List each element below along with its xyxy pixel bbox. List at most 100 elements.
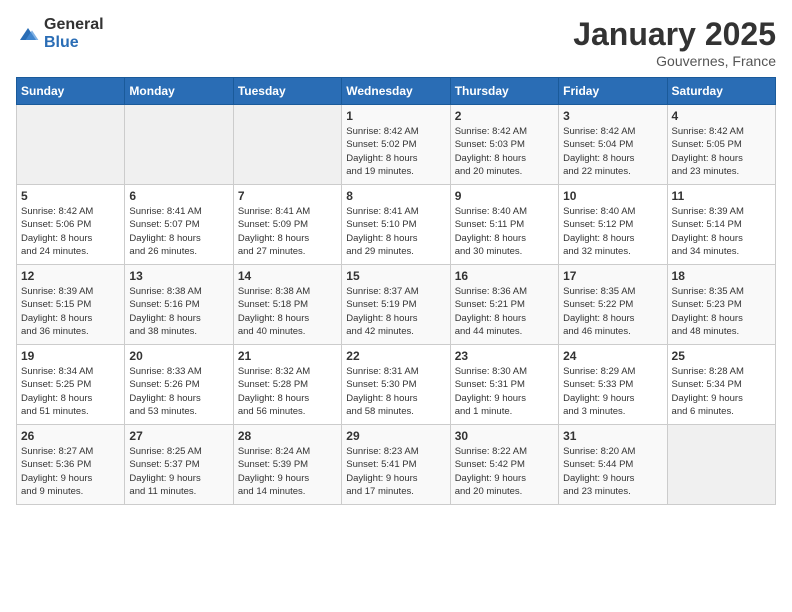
day-number: 13 (129, 269, 228, 283)
day-number: 14 (238, 269, 337, 283)
day-info: Sunrise: 8:42 AM Sunset: 5:06 PM Dayligh… (21, 205, 120, 258)
day-number: 24 (563, 349, 662, 363)
day-info: Sunrise: 8:20 AM Sunset: 5:44 PM Dayligh… (563, 445, 662, 498)
calendar-cell: 27 Sunrise: 8:25 AM Sunset: 5:37 PM Dayli… (125, 425, 233, 505)
day-info: Sunrise: 8:30 AM Sunset: 5:31 PM Dayligh… (455, 365, 554, 418)
weekday-header: Wednesday (342, 78, 450, 105)
calendar-cell: 12Sunrise: 8:39 AM Sunset: 5:15 PM Dayli… (17, 265, 125, 345)
calendar-cell: 6 Sunrise: 8:41 AM Sunset: 5:07 PM Daylig… (125, 185, 233, 265)
day-number: 16 (455, 269, 554, 283)
calendar-cell: 15 Sunrise: 8:37 AM Sunset: 5:19 PM Dayli… (342, 265, 450, 345)
day-number: 29 (346, 429, 445, 443)
day-number: 6 (129, 189, 228, 203)
calendar-cell: 31 Sunrise: 8:20 AM Sunset: 5:44 PM Dayli… (559, 425, 667, 505)
calendar-cell: 24 Sunrise: 8:29 AM Sunset: 5:33 PM Dayli… (559, 345, 667, 425)
calendar-cell (17, 105, 125, 185)
day-number: 18 (672, 269, 771, 283)
day-number: 17 (563, 269, 662, 283)
calendar-title: January 2025 (573, 16, 776, 53)
day-info: Sunrise: 8:35 AM Sunset: 5:23 PM Dayligh… (672, 285, 771, 338)
day-number: 26 (21, 429, 120, 443)
day-number: 31 (563, 429, 662, 443)
logo-icon (16, 24, 40, 44)
calendar-cell: 3 Sunrise: 8:42 AM Sunset: 5:04 PM Daylig… (559, 105, 667, 185)
day-number: 15 (346, 269, 445, 283)
calendar-cell: 13 Sunrise: 8:38 AM Sunset: 5:16 PM Dayli… (125, 265, 233, 345)
day-info: Sunrise: 8:33 AM Sunset: 5:26 PM Dayligh… (129, 365, 228, 418)
day-number: 9 (455, 189, 554, 203)
day-number: 8 (346, 189, 445, 203)
day-info: Sunrise: 8:32 AM Sunset: 5:28 PM Dayligh… (238, 365, 337, 418)
day-info: Sunrise: 8:42 AM Sunset: 5:02 PM Dayligh… (346, 125, 445, 178)
day-number: 4 (672, 109, 771, 123)
calendar-cell: 28 Sunrise: 8:24 AM Sunset: 5:39 PM Dayli… (233, 425, 341, 505)
day-number: 27 (129, 429, 228, 443)
day-info: Sunrise: 8:35 AM Sunset: 5:22 PM Dayligh… (563, 285, 662, 338)
calendar-week-row: 19 Sunrise: 8:34 AM Sunset: 5:25 PM Dayli… (17, 345, 776, 425)
day-number: 7 (238, 189, 337, 203)
day-number: 20 (129, 349, 228, 363)
calendar-week-row: 1 Sunrise: 8:42 AM Sunset: 5:02 PM Daylig… (17, 105, 776, 185)
day-number: 23 (455, 349, 554, 363)
day-info: Sunrise: 8:42 AM Sunset: 5:04 PM Dayligh… (563, 125, 662, 178)
day-number: 25 (672, 349, 771, 363)
calendar-cell: 8 Sunrise: 8:41 AM Sunset: 5:10 PM Daylig… (342, 185, 450, 265)
weekday-header: Monday (125, 78, 233, 105)
weekday-header: Thursday (450, 78, 558, 105)
calendar-table: SundayMondayTuesdayWednesdayThursdayFrid… (16, 77, 776, 505)
day-number: 11 (672, 189, 771, 203)
calendar-cell: 16Sunrise: 8:36 AM Sunset: 5:21 PM Dayli… (450, 265, 558, 345)
day-info: Sunrise: 8:41 AM Sunset: 5:10 PM Dayligh… (346, 205, 445, 258)
day-info: Sunrise: 8:25 AM Sunset: 5:37 PM Dayligh… (129, 445, 228, 498)
day-number: 1 (346, 109, 445, 123)
calendar-week-row: 5Sunrise: 8:42 AM Sunset: 5:06 PM Daylig… (17, 185, 776, 265)
calendar-cell: 29Sunrise: 8:23 AM Sunset: 5:41 PM Dayli… (342, 425, 450, 505)
calendar-cell (233, 105, 341, 185)
calendar-cell: 30Sunrise: 8:22 AM Sunset: 5:42 PM Dayli… (450, 425, 558, 505)
day-info: Sunrise: 8:34 AM Sunset: 5:25 PM Dayligh… (21, 365, 120, 418)
day-number: 19 (21, 349, 120, 363)
calendar-cell: 21 Sunrise: 8:32 AM Sunset: 5:28 PM Dayli… (233, 345, 341, 425)
day-number: 10 (563, 189, 662, 203)
day-info: Sunrise: 8:42 AM Sunset: 5:05 PM Dayligh… (672, 125, 771, 178)
day-number: 12 (21, 269, 120, 283)
calendar-cell: 7Sunrise: 8:41 AM Sunset: 5:09 PM Daylig… (233, 185, 341, 265)
weekday-header: Saturday (667, 78, 775, 105)
day-number: 3 (563, 109, 662, 123)
day-info: Sunrise: 8:29 AM Sunset: 5:33 PM Dayligh… (563, 365, 662, 418)
day-info: Sunrise: 8:41 AM Sunset: 5:07 PM Dayligh… (129, 205, 228, 258)
calendar-cell: 14 Sunrise: 8:38 AM Sunset: 5:18 PM Dayli… (233, 265, 341, 345)
day-info: Sunrise: 8:42 AM Sunset: 5:03 PM Dayligh… (455, 125, 554, 178)
day-info: Sunrise: 8:37 AM Sunset: 5:19 PM Dayligh… (346, 285, 445, 338)
day-info: Sunrise: 8:22 AM Sunset: 5:42 PM Dayligh… (455, 445, 554, 498)
calendar-cell: 25 Sunrise: 8:28 AM Sunset: 5:34 PM Dayli… (667, 345, 775, 425)
weekday-header-row: SundayMondayTuesdayWednesdayThursdayFrid… (17, 78, 776, 105)
day-info: Sunrise: 8:38 AM Sunset: 5:16 PM Dayligh… (129, 285, 228, 338)
calendar-cell: 18 Sunrise: 8:35 AM Sunset: 5:23 PM Dayli… (667, 265, 775, 345)
logo-general: General (44, 16, 104, 33)
calendar-cell: 9Sunrise: 8:40 AM Sunset: 5:11 PM Daylig… (450, 185, 558, 265)
day-info: Sunrise: 8:31 AM Sunset: 5:30 PM Dayligh… (346, 365, 445, 418)
day-number: 28 (238, 429, 337, 443)
day-number: 21 (238, 349, 337, 363)
calendar-cell (125, 105, 233, 185)
calendar-cell: 5Sunrise: 8:42 AM Sunset: 5:06 PM Daylig… (17, 185, 125, 265)
calendar-subtitle: Gouvernes, France (573, 53, 776, 69)
day-info: Sunrise: 8:28 AM Sunset: 5:34 PM Dayligh… (672, 365, 771, 418)
calendar-cell: 10 Sunrise: 8:40 AM Sunset: 5:12 PM Dayli… (559, 185, 667, 265)
day-info: Sunrise: 8:39 AM Sunset: 5:14 PM Dayligh… (672, 205, 771, 258)
day-info: Sunrise: 8:38 AM Sunset: 5:18 PM Dayligh… (238, 285, 337, 338)
calendar-cell: 1 Sunrise: 8:42 AM Sunset: 5:02 PM Daylig… (342, 105, 450, 185)
calendar-week-row: 26Sunrise: 8:27 AM Sunset: 5:36 PM Dayli… (17, 425, 776, 505)
weekday-header: Sunday (17, 78, 125, 105)
calendar-cell: 26Sunrise: 8:27 AM Sunset: 5:36 PM Dayli… (17, 425, 125, 505)
weekday-header: Friday (559, 78, 667, 105)
calendar-week-row: 12Sunrise: 8:39 AM Sunset: 5:15 PM Dayli… (17, 265, 776, 345)
calendar-cell: 11 Sunrise: 8:39 AM Sunset: 5:14 PM Dayli… (667, 185, 775, 265)
calendar-cell: 17 Sunrise: 8:35 AM Sunset: 5:22 PM Dayli… (559, 265, 667, 345)
day-info: Sunrise: 8:24 AM Sunset: 5:39 PM Dayligh… (238, 445, 337, 498)
logo: General Blue (16, 16, 104, 52)
weekday-header: Tuesday (233, 78, 341, 105)
calendar-cell: 19 Sunrise: 8:34 AM Sunset: 5:25 PM Dayli… (17, 345, 125, 425)
day-info: Sunrise: 8:40 AM Sunset: 5:12 PM Dayligh… (563, 205, 662, 258)
